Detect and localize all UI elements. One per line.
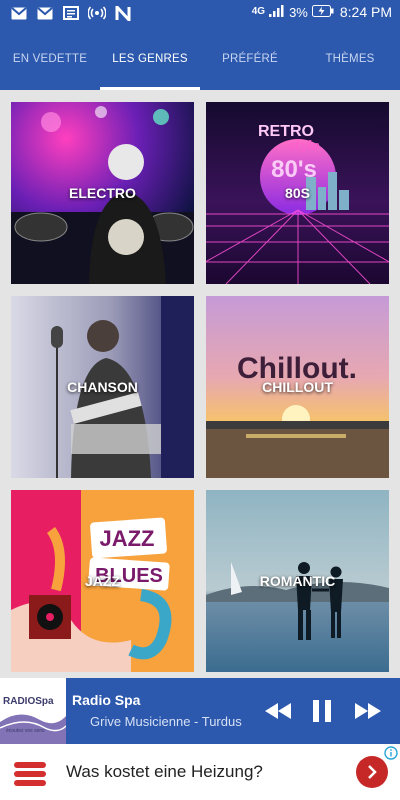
- station-logo-text: RADIOSpa: [3, 696, 54, 707]
- adchoices-icon[interactable]: [384, 746, 398, 760]
- genre-label: CHILLOUT: [262, 379, 333, 395]
- n-app-icon: [114, 5, 132, 21]
- now-playing-track: Grive Musicienne - Turdus: [90, 714, 242, 729]
- genre-tile-chillout[interactable]: Chillout. CHILLOUT: [206, 296, 389, 478]
- signal-icon: [269, 4, 285, 20]
- news-icon: [62, 5, 80, 21]
- chevron-right-icon[interactable]: [356, 756, 388, 788]
- art-text-style: style: [288, 139, 319, 154]
- genre-label: 80S: [285, 185, 310, 201]
- network-type: 4G: [251, 6, 266, 17]
- genre-label: ROMANTIC: [259, 573, 336, 589]
- genre-tile-chanson[interactable]: CHANSON: [11, 296, 194, 478]
- battery-level: 3%: [289, 4, 308, 20]
- genre-label: JAZZ: [85, 573, 120, 589]
- ad-headline: Was kostet eine Heizung?: [66, 762, 263, 781]
- genre-grid: ELECTRO RETRO style 80's 80S CHANSON Chi…: [0, 90, 400, 678]
- tab-prefere[interactable]: PRÉFÉRÉ: [200, 28, 300, 90]
- mini-player[interactable]: RADIOSpa écoutez vos sens Radio Spa Griv…: [0, 678, 400, 744]
- fast-forward-icon[interactable]: [352, 696, 384, 726]
- clock: 8:24 PM: [339, 4, 392, 20]
- system-indicators: 4G 3% 8:24 PM: [252, 4, 392, 20]
- radio-broadcast-icon: [88, 5, 106, 21]
- tab-en-vedette[interactable]: EN VEDETTE: [0, 28, 100, 90]
- rewind-icon[interactable]: [262, 696, 294, 726]
- pause-icon[interactable]: [306, 696, 338, 726]
- genre-tile-80s[interactable]: RETRO style 80's 80S: [206, 102, 389, 284]
- tab-les-genres[interactable]: LES GENRES: [100, 28, 200, 90]
- ad-banner[interactable]: Was kostet eine Heizung?: [0, 744, 400, 800]
- gmail-icon: [36, 5, 54, 21]
- station-name: Radio Spa: [72, 692, 141, 708]
- genre-label: CHANSON: [67, 379, 138, 395]
- tab-bar: EN VEDETTE LES GENRES PRÉFÉRÉ THÈMES: [0, 28, 400, 90]
- status-bar: 4G 3% 8:24 PM: [0, 0, 400, 28]
- battery-charging-icon: [311, 4, 334, 20]
- station-logo-subtext: écoutez vos sens: [6, 728, 45, 734]
- genre-tile-electro[interactable]: ELECTRO: [11, 102, 194, 284]
- tab-themes[interactable]: THÈMES: [300, 28, 400, 90]
- art-text-80s: 80's: [271, 156, 317, 183]
- station-logo: RADIOSpa écoutez vos sens: [0, 678, 66, 744]
- art-text-retro: RETRO: [258, 123, 314, 140]
- heating-brand-logo: [12, 756, 48, 792]
- art-text-jazz: JAZZ: [100, 526, 155, 551]
- genre-tile-jazz[interactable]: JAZZ BLUES JAZZ: [11, 490, 194, 672]
- genre-label: ELECTRO: [69, 185, 136, 201]
- gmail-icon: [10, 5, 28, 21]
- notification-icons: [10, 5, 132, 21]
- genre-tile-romantic[interactable]: ROMANTIC: [206, 490, 389, 672]
